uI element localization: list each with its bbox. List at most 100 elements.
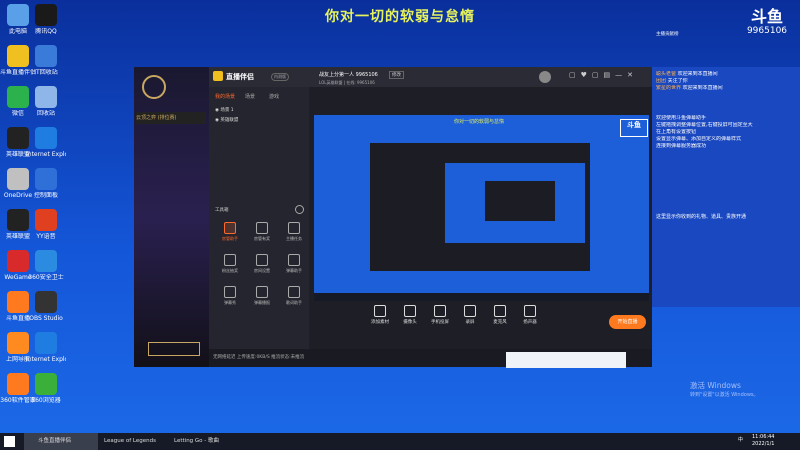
tools-header: 工具箱 — [215, 208, 229, 213]
desktop-icon-label: 360安全卫士 — [28, 274, 64, 281]
scene-item-1[interactable]: ◉ 场景 1 — [215, 107, 234, 113]
app-icon — [35, 250, 57, 272]
control-icon — [434, 305, 446, 317]
tool-label: 主播任务 — [286, 236, 302, 241]
desktop-icon[interactable]: 控制面板 — [26, 168, 66, 199]
desktop-icon-label: YY语音 — [36, 233, 56, 240]
tool-item[interactable]: 弹幕助手 — [283, 254, 305, 274]
taskbar-item-douyu[interactable]: 斗鱼直播伴侣 — [24, 433, 98, 450]
control-icon — [494, 305, 506, 317]
tab-my-scenes[interactable]: 我的场景 — [215, 93, 235, 100]
chat-header: 主播贡献榜 — [656, 32, 679, 37]
desktop-caption: 你对一切的软弱与怠惰 — [325, 9, 475, 25]
taskbar-clock[interactable]: 11:06:44 2022/1/1 — [752, 434, 774, 448]
tab-games[interactable]: 游戏 — [269, 93, 279, 100]
room-id: 9965106 — [746, 26, 788, 36]
control-button[interactable]: 麦克风 — [489, 305, 511, 325]
stream-preview: 你对一切的软弱与怠惰 斗鱼 — [314, 115, 649, 301]
control-icon — [524, 305, 536, 317]
douyu-logo: 斗鱼 9965106 — [742, 8, 792, 44]
chat-text: 欢迎来到本直播间 — [682, 85, 723, 91]
tool-label: 弹幕秀 — [224, 300, 236, 305]
taskbar: 斗鱼直播伴侣 League of Legends Letting Go - 歌曲… — [0, 433, 800, 450]
desktop-icon-label: OBS Studio — [29, 315, 63, 322]
window-controls[interactable]: ▢♥▢▤—✕ — [569, 71, 638, 79]
desktop-icon[interactable]: OBS Studio — [26, 291, 66, 322]
avatar[interactable] — [539, 71, 551, 83]
control-button[interactable]: 录屏 — [459, 305, 481, 325]
chat-message: 聪头老爸 欢迎来到本直播间 — [656, 71, 796, 78]
tool-item[interactable]: 房间设置 — [251, 254, 273, 274]
taskbar-item-music[interactable]: Letting Go - 歌曲 — [160, 433, 234, 450]
tool-item[interactable]: 粉丝抽奖 — [219, 254, 241, 274]
taskbar-item-lol[interactable]: League of Legends — [90, 433, 168, 450]
preview-taskbar — [314, 293, 649, 301]
tool-item[interactable]: 弹幕秀 — [219, 286, 241, 306]
app-icon — [35, 209, 57, 231]
tool-label: 房管助手 — [222, 236, 238, 241]
chat-text: 欢迎来到本直播间 — [677, 71, 718, 77]
tool-item[interactable]: 房管有奖 — [251, 222, 273, 242]
danmaku-chat-panel: 主播贡献榜 聪头老爸 欢迎来到本直播间 团团 关注了你 繁星的世界 欢迎来到本直播间… — [652, 32, 800, 307]
tool-label: 弹幕助手 — [286, 268, 302, 273]
floating-toolbar[interactable] — [506, 352, 626, 368]
app-icon — [35, 373, 57, 395]
control-button[interactable]: 手机投屏 — [429, 305, 451, 325]
desktop-icon[interactable]: IT回收站 — [26, 45, 66, 76]
desktop-icon[interactable]: 回收站 — [26, 86, 66, 117]
tool-icon — [224, 222, 236, 234]
preview-logo: 斗鱼 — [620, 119, 648, 137]
tool-item[interactable]: 主播任务 — [283, 222, 305, 242]
app-brand: 直播伴侣 — [226, 73, 254, 81]
tool-label: 歌词助手 — [286, 300, 302, 305]
app-titlebar: 直播伴侣 内测版 战友上分第一人 9965106 修改 LOL英雄联盟 | 在线… — [209, 67, 652, 87]
control-label: 添加素材 — [371, 320, 389, 325]
desktop-icon[interactable]: 腾讯QQ — [26, 4, 66, 35]
control-label: 录屏 — [465, 320, 475, 325]
app-logo-icon — [213, 71, 223, 81]
desktop-icon[interactable]: YY语音 — [26, 209, 66, 240]
lol-play-button[interactable] — [148, 342, 200, 356]
scene-sidebar: 我的场景 场景 游戏 ◉ 场景 1 ◉ 英雄联盟 工具箱 房管助手 房管有奖 主播任… — [209, 87, 309, 349]
desktop-icon-label: 腾讯QQ — [35, 28, 57, 35]
tab-scenes[interactable]: 场景 — [245, 93, 255, 100]
chat-user: 团团 — [656, 78, 667, 84]
control-label: 摄像头 — [403, 320, 417, 325]
tool-icon — [256, 286, 268, 298]
preview-caption: 你对一切的软弱与怠惰 — [454, 119, 505, 125]
go-live-button[interactable]: 开始直播 — [609, 315, 646, 329]
taskbar-lang[interactable]: 中 — [738, 436, 743, 443]
app-icon — [35, 127, 57, 149]
tools-settings-icon[interactable] — [295, 205, 304, 214]
tool-label: 房管有奖 — [254, 236, 270, 241]
app-icon — [35, 4, 57, 26]
tool-item[interactable]: 房管助手 — [219, 222, 241, 242]
control-button[interactable]: 添加素材 — [369, 305, 391, 325]
start-icon[interactable] — [4, 436, 15, 447]
chat-system-line: 欢迎使用斗鱼弹幕助手 — [656, 115, 707, 121]
nested-preview-inner — [445, 163, 585, 243]
control-icon — [464, 305, 476, 317]
tool-icon — [224, 286, 236, 298]
app-icon — [35, 291, 57, 313]
desktop-icon[interactable]: 360浏览器 — [26, 373, 66, 404]
control-label: 扬声器 — [523, 320, 537, 325]
scene-item-lol[interactable]: ◉ 英雄联盟 — [215, 117, 238, 123]
chat-system-line: 在上角有设置按钮 — [656, 129, 697, 135]
status-text: 无网络延迟 上传速度:0KB/S 推流状态:未推流 — [213, 355, 305, 360]
desktop-icon[interactable]: Internet Explorer — [26, 127, 66, 158]
lol-mode-label: 云顶之弈 (排位赛) — [136, 112, 206, 124]
desktop-icon[interactable]: 360安全卫士 — [26, 250, 66, 281]
edit-room-button[interactable]: 修改 — [389, 71, 404, 79]
tool-icon — [224, 254, 236, 266]
tool-label: 房间设置 — [254, 268, 270, 273]
chat-message: 繁星的世界 欢迎来到本直播间 — [656, 85, 796, 92]
tool-item[interactable]: 弹幕播报 — [251, 286, 273, 306]
chat-user: 聪头老爸 — [656, 71, 677, 77]
desktop-icon[interactable]: Internet Explorer — [26, 332, 66, 363]
desktop-icon-label: 回收站 — [36, 110, 55, 117]
tool-label: 弹幕播报 — [254, 300, 270, 305]
tool-item[interactable]: 歌词助手 — [283, 286, 305, 306]
control-button[interactable]: 扬声器 — [519, 305, 541, 325]
control-button[interactable]: 摄像头 — [399, 305, 421, 325]
